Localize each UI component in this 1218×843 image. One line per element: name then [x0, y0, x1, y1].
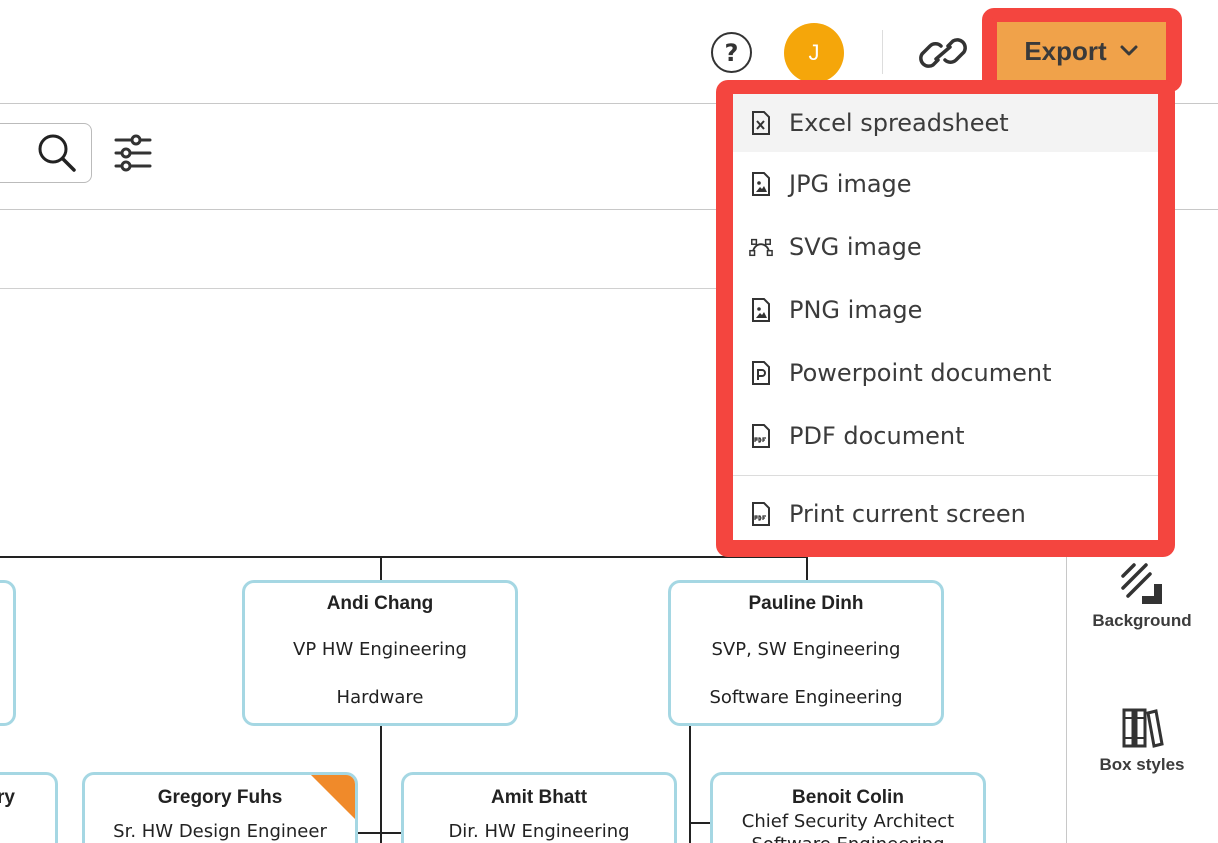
- filter-settings-icon[interactable]: [112, 133, 154, 173]
- connector-line: [358, 832, 404, 834]
- menu-item-label: Print current screen: [789, 500, 1026, 528]
- export-pdf-item[interactable]: PDF document: [733, 407, 1158, 465]
- export-excel-item[interactable]: Excel spreadsheet: [733, 94, 1158, 152]
- org-card[interactable]: [0, 580, 16, 726]
- pdf-file-icon: [749, 501, 773, 527]
- box-styles-option[interactable]: Box styles: [1066, 706, 1218, 775]
- card-role: Sr. HW Design Engineer: [113, 821, 327, 842]
- menu-item-label: PNG image: [789, 296, 923, 324]
- toolbar-divider: [882, 30, 883, 74]
- box-styles-label: Box styles: [1099, 755, 1185, 774]
- box-styles-icon: [1122, 708, 1164, 748]
- search-icon[interactable]: [36, 132, 78, 174]
- card-department: Hardware: [336, 687, 424, 708]
- org-card[interactable]: ry: [0, 772, 58, 843]
- connector-line: [689, 726, 691, 843]
- background-label: Background: [1092, 611, 1192, 630]
- card-name: Andi Chang: [326, 593, 434, 614]
- export-menu: Excel spreadsheet JPG image SVG image PN…: [733, 94, 1158, 540]
- link-icon: [919, 38, 967, 68]
- help-button[interactable]: ?: [711, 32, 752, 73]
- chevron-down-icon: [1120, 45, 1138, 56]
- pdf-file-icon: [749, 423, 773, 449]
- connector-line: [806, 556, 808, 582]
- avatar-initial: J: [808, 40, 820, 65]
- powerpoint-file-icon: [749, 360, 773, 386]
- card-name: Pauline Dinh: [748, 593, 864, 614]
- export-png-item[interactable]: PNG image: [733, 281, 1158, 339]
- card-department: Software Engineering: [713, 834, 983, 843]
- card-department: Software Engineering: [709, 687, 903, 708]
- card-flag-icon: [311, 775, 355, 819]
- org-card[interactable]: Benoit Colin Chief Security Architect So…: [710, 772, 986, 843]
- menu-divider: [733, 475, 1158, 476]
- connector-line: [380, 556, 382, 582]
- org-card[interactable]: Amit Bhatt Dir. HW Engineering: [401, 772, 677, 843]
- background-icon: [1121, 563, 1162, 604]
- card-name: ry: [0, 787, 15, 808]
- menu-item-label: Excel spreadsheet: [789, 109, 1009, 137]
- export-jpg-item[interactable]: JPG image: [733, 155, 1158, 213]
- export-powerpoint-item[interactable]: Powerpoint document: [733, 344, 1158, 402]
- menu-item-label: Powerpoint document: [789, 359, 1052, 387]
- help-icon: ?: [724, 38, 739, 67]
- image-file-icon: [749, 297, 773, 323]
- org-card[interactable]: Pauline Dinh SVP, SW Engineering Softwar…: [668, 580, 944, 726]
- connector-line: [0, 556, 808, 558]
- card-role: Chief Security Architect: [741, 811, 955, 832]
- menu-item-label: JPG image: [789, 170, 912, 198]
- image-file-icon: [749, 171, 773, 197]
- card-role: SVP, SW Engineering: [711, 639, 901, 660]
- org-card[interactable]: Gregory Fuhs Sr. HW Design Engineer: [82, 772, 358, 843]
- export-svg-item[interactable]: SVG image: [733, 218, 1158, 276]
- vector-icon: [749, 234, 773, 260]
- user-avatar[interactable]: J: [784, 23, 844, 83]
- excel-file-icon: [749, 110, 773, 136]
- card-role: VP HW Engineering: [293, 639, 467, 660]
- org-card[interactable]: Andi Chang VP HW Engineering Hardware: [242, 580, 518, 726]
- card-name: Amit Bhatt: [490, 787, 588, 808]
- background-option[interactable]: Background: [1066, 562, 1218, 631]
- export-button[interactable]: Export: [997, 22, 1166, 80]
- menu-item-label: SVG image: [789, 233, 922, 261]
- menu-item-label: PDF document: [789, 422, 965, 450]
- export-label: Export: [1024, 35, 1107, 66]
- print-screen-item[interactable]: Print current screen: [733, 485, 1158, 543]
- connector-line: [380, 726, 382, 843]
- card-name: Benoit Colin: [792, 787, 904, 808]
- share-link-button[interactable]: [916, 32, 970, 74]
- card-role: Dir. HW Engineering: [448, 821, 630, 842]
